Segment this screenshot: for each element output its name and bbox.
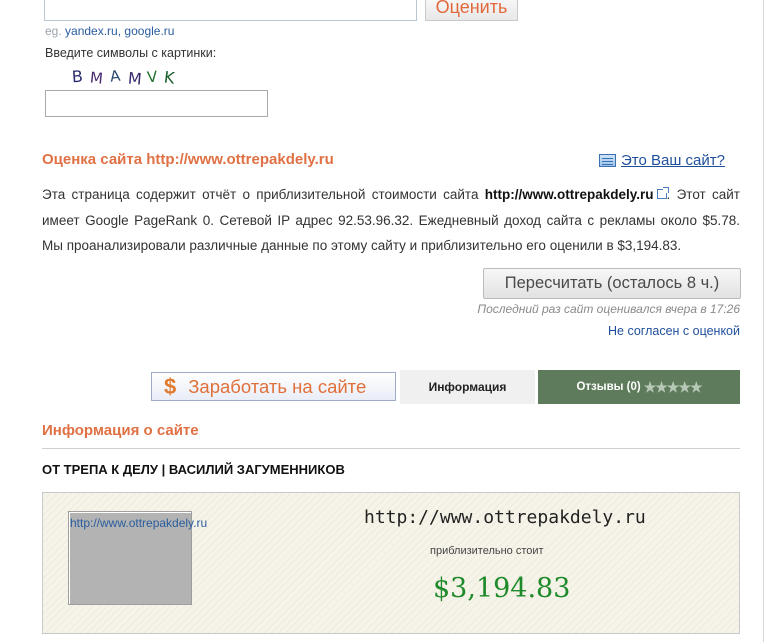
examples-hint: eg. yandex.ru, google.ru <box>45 24 174 38</box>
examples-prefix: eg. <box>45 24 62 38</box>
site-url-input[interactable] <box>44 0 417 21</box>
last-evaluated-text: Последний раз сайт оценивался вчера в 17… <box>477 302 740 316</box>
your-site-link-text[interactable]: Это Ваш сайт? <box>621 152 725 169</box>
earn-on-site-button[interactable]: $ Заработать на сайте <box>151 372 396 401</box>
svg-text:V: V <box>146 68 159 87</box>
dollar-icon: $ <box>164 373 177 399</box>
site-name: ОТ ТРЕПА К ДЕЛУ | ВАСИЛИЙ ЗАГУМЕННИКОВ <box>42 462 345 477</box>
captcha-input[interactable] <box>45 90 268 117</box>
svg-text:M: M <box>89 68 104 87</box>
estimate-description: Эта страница содержит отчёт о приблизите… <box>42 182 740 259</box>
thumbnail-alt-text[interactable]: http://www.ottrepakdely.ru <box>70 516 207 530</box>
svg-text:A: A <box>109 66 122 85</box>
tab-information[interactable]: Информация <box>400 370 535 404</box>
evaluate-button[interactable]: Оценить <box>425 0 518 21</box>
tab-reviews[interactable]: Отзывы (0) ★★★★★ <box>538 370 740 404</box>
divider <box>42 448 740 449</box>
card-site-url: http://www.ottrepakdely.ru <box>364 507 646 528</box>
desc-text-1: Эта страница содержит отчёт о приблизите… <box>42 187 485 202</box>
page-border <box>763 0 764 642</box>
estimate-title: Оценка сайта http://www.ottrepakdely.ru <box>42 151 334 168</box>
example-link-google[interactable]: google.ru <box>124 24 174 38</box>
captcha-label: Введите символы с картинки: <box>45 46 217 60</box>
tab-reviews-label: Отзывы (0) <box>576 381 641 393</box>
svg-text:B: B <box>71 67 83 87</box>
svg-text:M: M <box>127 69 142 89</box>
page: Оценить eg. yandex.ru, google.ru Введите… <box>0 0 774 642</box>
captcha-image: B M A M V K <box>71 66 176 89</box>
earn-on-site-label: Заработать на сайте <box>188 375 367 397</box>
external-link-icon[interactable] <box>656 187 669 199</box>
valuation-card: http://www.ottrepakdely.ru http://www.ot… <box>42 492 740 634</box>
desc-site-url: http://www.ottrepakdely.ru <box>484 187 654 202</box>
your-site-link[interactable]: Это Ваш сайт? <box>599 152 725 169</box>
document-icon <box>599 154 616 167</box>
rating-stars-icon: ★★★★★ <box>643 378 703 395</box>
example-link-yandex[interactable]: yandex.ru, <box>65 24 121 38</box>
card-price: $3,194.83 <box>433 573 571 604</box>
info-title: Информация о сайте <box>42 422 199 439</box>
disagree-link[interactable]: Не согласен с оценкой <box>608 324 740 338</box>
svg-text:K: K <box>163 67 176 87</box>
card-costs-label: приблизительно стоит <box>430 545 544 557</box>
recalculate-button[interactable]: Пересчитать (осталось 8 ч.) <box>483 268 741 299</box>
